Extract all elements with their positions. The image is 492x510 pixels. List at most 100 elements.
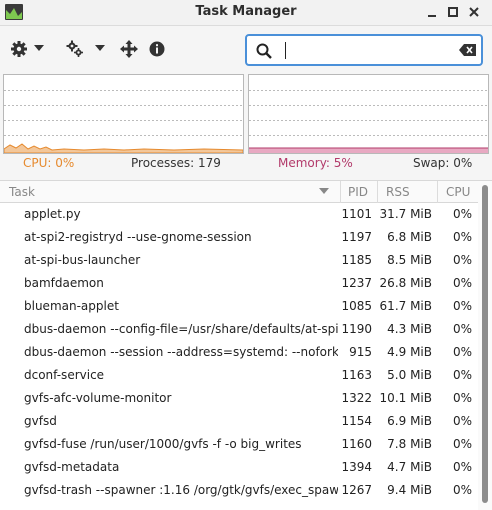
table-row[interactable]: blueman-applet 1085 61.7 MiB 0% <box>0 295 478 318</box>
task-name: gvfsd-fuse /run/user/1000/gvfs -f -o big… <box>24 437 302 451</box>
task-cpu: 0% <box>452 460 472 474</box>
search-icon <box>256 43 272 59</box>
memory-graph <box>248 74 489 154</box>
task-pid: 1185 <box>341 253 372 267</box>
chevron-down-icon[interactable] <box>34 44 44 52</box>
title-bar[interactable]: Task Manager <box>0 0 492 26</box>
clear-icon[interactable] <box>459 43 477 57</box>
task-name: applet.py <box>24 207 81 221</box>
maximize-icon[interactable] <box>445 4 461 20</box>
table-row[interactable]: dbus-daemon --config-file=/usr/share/def… <box>0 318 478 341</box>
task-rss: 9.4 MiB <box>387 483 432 497</box>
task-rss: 26.8 MiB <box>379 276 432 290</box>
task-cpu: 0% <box>452 437 472 451</box>
column-header-rss[interactable]: RSS <box>386 185 410 199</box>
task-pid: 1237 <box>341 276 372 290</box>
vertical-scrollbar[interactable] <box>478 181 492 510</box>
text-cursor <box>285 42 286 59</box>
table-row[interactable]: gvfsd-metadata 1394 4.7 MiB 0% <box>0 456 478 479</box>
task-pid: 915 <box>349 345 372 359</box>
task-rss: 8.5 MiB <box>387 253 432 267</box>
task-name: dconf-service <box>24 368 105 382</box>
info-icon[interactable] <box>148 40 166 58</box>
task-rss: 4.3 MiB <box>387 322 432 336</box>
task-pid: 1163 <box>341 368 372 382</box>
task-name: gvfs-afc-volume-monitor <box>24 391 172 405</box>
minimize-icon[interactable] <box>424 4 440 20</box>
sort-descending-icon[interactable] <box>319 188 329 195</box>
swap-usage-label: Swap: 0% <box>413 156 473 170</box>
task-pid: 1101 <box>341 207 372 221</box>
task-pid: 1394 <box>341 460 372 474</box>
task-rss: 10.1 MiB <box>379 391 432 405</box>
task-rss: 31.7 MiB <box>379 207 432 221</box>
task-rss: 4.9 MiB <box>387 345 432 359</box>
table-row[interactable]: gvfs-afc-volume-monitor 1322 10.1 MiB 0% <box>0 387 478 410</box>
table-row[interactable]: bamfdaemon 1237 26.8 MiB 0% <box>0 272 478 295</box>
task-name: at-spi2-registryd --use-gnome-session <box>24 230 252 244</box>
task-cpu: 0% <box>452 483 472 497</box>
cpu-graph <box>3 74 244 154</box>
task-cpu: 0% <box>452 207 472 221</box>
column-separator[interactable] <box>340 181 341 203</box>
task-cpu: 0% <box>452 368 472 382</box>
task-name: dbus-daemon --config-file=/usr/share/def… <box>24 322 338 336</box>
task-name: dbus-daemon --session --address=systemd:… <box>24 345 338 359</box>
task-rss: 61.7 MiB <box>379 299 432 313</box>
task-name: at-spi-bus-launcher <box>24 253 141 267</box>
column-separator[interactable] <box>437 181 438 203</box>
task-cpu: 0% <box>452 322 472 336</box>
task-pid: 1190 <box>341 322 372 336</box>
toolbar <box>0 26 492 72</box>
table-row[interactable]: at-spi-bus-launcher 1185 8.5 MiB 0% <box>0 249 478 272</box>
table-row[interactable]: gvfsd-trash --spawner :1.16 /org/gtk/gvf… <box>0 479 478 502</box>
task-pid: 1322 <box>341 391 372 405</box>
cpu-usage-label: CPU: 0% <box>23 156 75 170</box>
search-input[interactable] <box>283 40 443 60</box>
task-cpu: 0% <box>452 299 472 313</box>
graphs-panel: CPU: 0% Processes: 179 Memory: 5% Swap: … <box>0 72 492 180</box>
task-cpu: 0% <box>452 391 472 405</box>
task-cpu: 0% <box>452 253 472 267</box>
task-rss: 6.8 MiB <box>387 230 432 244</box>
table-row[interactable]: gvfsd-fuse /run/user/1000/gvfs -f -o big… <box>0 433 478 456</box>
task-name: bamfdaemon <box>24 276 104 290</box>
task-name: gvfsd-metadata <box>24 460 120 474</box>
gears-icon[interactable] <box>66 40 84 58</box>
gear-icon[interactable] <box>10 40 28 58</box>
task-cpu: 0% <box>452 414 472 428</box>
column-header-task[interactable]: Task <box>9 185 35 199</box>
table-row[interactable]: gvfsd 1154 6.9 MiB 0% <box>0 410 478 433</box>
task-cpu: 0% <box>452 230 472 244</box>
task-rss: 6.9 MiB <box>387 414 432 428</box>
window-title: Task Manager <box>195 4 297 19</box>
task-pid: 1154 <box>341 414 372 428</box>
column-header-pid[interactable]: PID <box>348 185 368 199</box>
table-row[interactable]: applet.py 1101 31.7 MiB 0% <box>0 203 478 226</box>
memory-usage-label: Memory: 5% <box>278 156 353 170</box>
task-name: gvfsd <box>24 414 57 428</box>
table-row[interactable]: dconf-service 1163 5.0 MiB 0% <box>0 364 478 387</box>
processes-count-label: Processes: 179 <box>131 156 221 170</box>
search-box[interactable] <box>245 34 483 66</box>
process-table: Task PID RSS CPU applet.py 1101 31.7 MiB… <box>0 180 492 510</box>
task-rss: 4.7 MiB <box>387 460 432 474</box>
task-rss: 5.0 MiB <box>387 368 432 382</box>
table-row[interactable]: at-spi2-registryd --use-gnome-session 11… <box>0 226 478 249</box>
table-row[interactable]: dbus-daemon --session --address=systemd:… <box>0 341 478 364</box>
task-cpu: 0% <box>452 345 472 359</box>
task-pid: 1197 <box>341 230 372 244</box>
task-cpu: 0% <box>452 276 472 290</box>
table-header: Task PID RSS CPU <box>0 181 478 203</box>
task-pid: 1085 <box>341 299 372 313</box>
column-header-cpu[interactable]: CPU <box>446 185 470 199</box>
task-name: gvfsd-trash --spawner :1.16 /org/gtk/gvf… <box>24 483 338 497</box>
move-icon[interactable] <box>120 40 138 58</box>
column-separator[interactable] <box>377 181 378 203</box>
close-icon[interactable] <box>466 4 482 20</box>
scrollbar-thumb[interactable] <box>482 185 488 503</box>
chevron-down-icon[interactable] <box>95 44 105 52</box>
task-rss: 7.8 MiB <box>387 437 432 451</box>
task-pid: 1267 <box>341 483 372 497</box>
task-name: blueman-applet <box>24 299 119 313</box>
